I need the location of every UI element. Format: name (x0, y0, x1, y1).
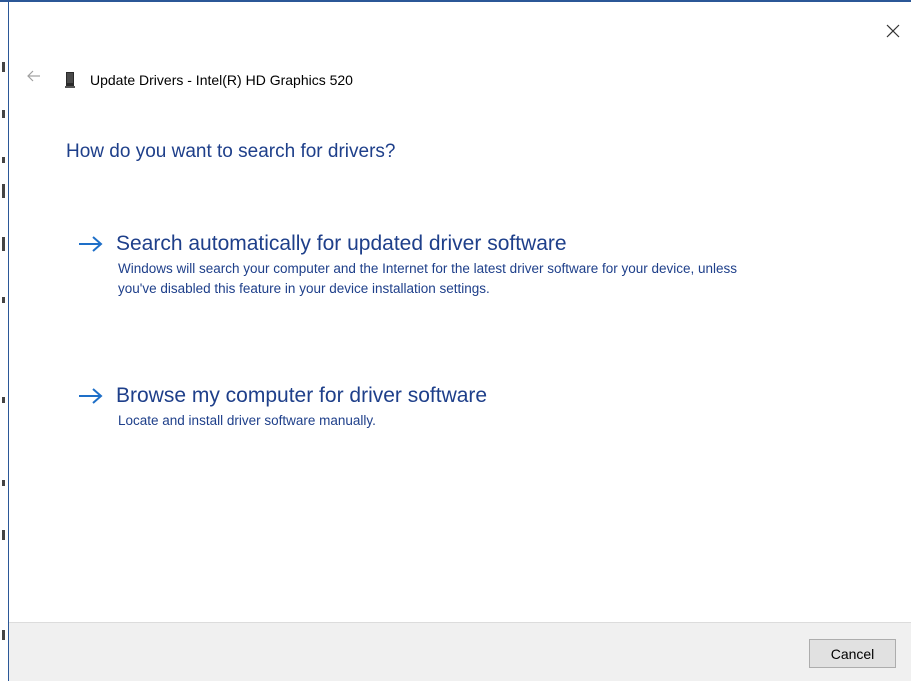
dialog-title: Update Drivers - Intel(R) HD Graphics 52… (90, 72, 353, 88)
update-drivers-window: Update Drivers - Intel(R) HD Graphics 52… (0, 0, 911, 681)
close-icon (886, 24, 900, 38)
edge-tick (2, 297, 5, 303)
dialog-header: Update Drivers - Intel(R) HD Graphics 52… (64, 70, 353, 90)
edge-tick (2, 630, 5, 640)
edge-tick (2, 397, 5, 403)
page-heading: How do you want to search for drivers? (66, 141, 396, 162)
graphics-card-icon (65, 72, 75, 88)
option-description: Windows will search your computer and th… (118, 261, 738, 296)
option-header: Browse my computer for driver software (78, 381, 778, 411)
browse-computer-option[interactable]: Browse my computer for driver software L… (78, 381, 778, 431)
edge-tick (2, 157, 5, 163)
back-button[interactable] (24, 66, 44, 86)
search-automatically-option[interactable]: Search automatically for updated driver … (78, 229, 778, 299)
close-button[interactable] (880, 18, 906, 44)
option-title: Search automatically for updated driver … (116, 232, 567, 255)
arrow-right-icon (79, 388, 103, 404)
arrow-right-icon (79, 236, 103, 252)
option-header: Search automatically for updated driver … (78, 229, 778, 259)
edge-tick (2, 480, 5, 486)
window-top-border (0, 0, 911, 2)
edge-tick (2, 530, 5, 540)
edge-tick (2, 184, 5, 198)
back-arrow-icon (27, 70, 40, 82)
background-window-edge (0, 2, 8, 681)
edge-tick (2, 110, 5, 118)
edge-tick (2, 237, 5, 251)
option-title: Browse my computer for driver software (116, 384, 488, 407)
cancel-button[interactable]: Cancel (809, 639, 896, 668)
window-left-border (8, 2, 9, 681)
option-description: Locate and install driver software manua… (118, 413, 376, 428)
edge-tick (2, 62, 5, 72)
dialog-footer: Cancel (9, 622, 911, 681)
